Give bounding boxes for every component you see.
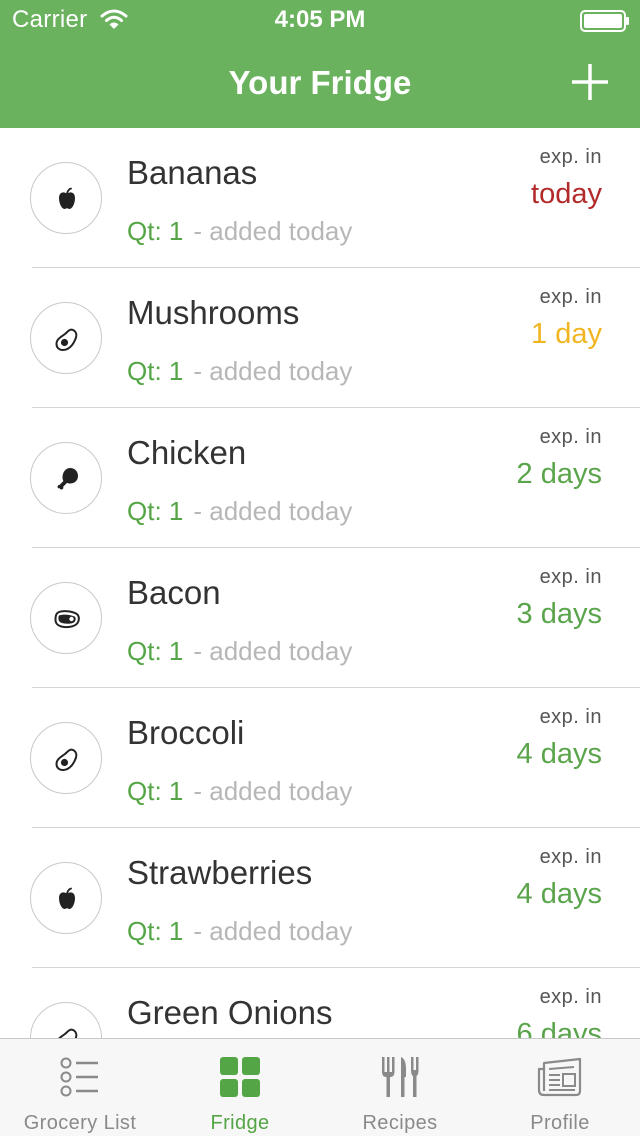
tab-grocery-list[interactable]: Grocery List — [0, 1039, 160, 1136]
expiry-value: today — [531, 178, 602, 210]
item-name: Strawberries — [127, 854, 313, 891]
add-item-button[interactable] — [568, 60, 612, 104]
item-meta: Qt: 1 - added today — [127, 636, 352, 667]
item-added-date: - added today — [193, 496, 353, 526]
tab-recipes[interactable]: Recipes — [320, 1039, 480, 1136]
tab-label: Fridge — [210, 1112, 270, 1134]
fridge-item-row[interactable]: Mushrooms Qt: 1 - added today exp. in 1 day — [0, 268, 640, 408]
battery-icon — [580, 10, 629, 32]
expiry-value: 4 days — [516, 878, 602, 910]
expiry-value: 3 days — [516, 598, 602, 630]
fridge-item-row[interactable]: Strawberries Qt: 1 - added today exp. in 4 d… — [0, 828, 640, 968]
item-meta: Qt: 1 - added today — [127, 356, 352, 387]
expiry-label: exp. in — [539, 706, 602, 728]
item-meta: Qt: 1 - added today — [127, 916, 352, 947]
fridge-item-row[interactable]: Broccoli Qt: 1 - added today exp. in 4 days — [0, 688, 640, 828]
tab-profile[interactable]: Profile — [480, 1039, 640, 1136]
item-added-date: - added today — [193, 636, 353, 666]
expiry-value: 4 days — [516, 738, 602, 770]
item-added-date: - added today — [193, 216, 353, 246]
item-quantity: Qt: 1 — [127, 496, 184, 526]
food-icon-badge — [30, 582, 102, 654]
food-icon-badge — [30, 1002, 102, 1038]
item-quantity: Qt: 1 — [127, 216, 184, 246]
expiry-label: exp. in — [539, 566, 602, 588]
expiry-value: 1 day — [531, 318, 602, 350]
fridge-item-row[interactable]: Bacon Qt: 1 - added today exp. in 3 days — [0, 548, 640, 688]
tab-label: Profile — [530, 1112, 590, 1134]
nav-header: Carrier 4:05 PM Your Fridge — [0, 0, 640, 128]
fridge-item-row[interactable]: Bananas Qt: 1 - added today exp. in today — [0, 128, 640, 268]
food-icon-badge — [30, 162, 102, 234]
item-meta: Qt: 1 - added today — [127, 496, 352, 527]
expiry-value: 2 days — [516, 458, 602, 490]
item-name: Chicken — [127, 434, 247, 471]
expiry-label: exp. in — [539, 986, 602, 1008]
tab-label: Grocery List — [23, 1112, 137, 1134]
item-added-date: - added today — [193, 776, 353, 806]
expiry-label: exp. in — [539, 426, 602, 448]
tab-bar: Grocery List Fridge Recipes Profile — [0, 1038, 640, 1136]
item-added-date: - added today — [193, 916, 353, 946]
expiry-value: 6 days — [516, 1018, 602, 1038]
food-icon-badge — [30, 302, 102, 374]
item-name: Green Onions — [127, 994, 333, 1031]
item-name: Bacon — [127, 574, 221, 611]
item-name: Bananas — [127, 154, 258, 191]
status-bar: Carrier 4:05 PM — [0, 0, 640, 40]
expiry-label: exp. in — [539, 846, 602, 868]
food-icon-badge — [30, 862, 102, 934]
item-added-date: - added today — [193, 356, 353, 386]
food-icon-badge — [30, 722, 102, 794]
item-name: Mushrooms — [127, 294, 300, 331]
status-time: 4:05 PM — [274, 6, 366, 33]
expiry-label: exp. in — [539, 286, 602, 308]
tab-fridge[interactable]: Fridge — [160, 1039, 320, 1136]
item-quantity: Qt: 1 — [127, 356, 184, 386]
tab-label: Recipes — [362, 1112, 438, 1134]
item-name: Broccoli — [127, 714, 245, 751]
page-title: Your Fridge — [228, 64, 412, 101]
item-quantity: Qt: 1 — [127, 636, 184, 666]
fridge-item-row[interactable]: Chicken Qt: 1 - added today exp. in 2 days — [0, 408, 640, 548]
item-meta: Qt: 1 - added today — [127, 776, 352, 807]
item-meta: Qt: 1 - added today — [127, 216, 352, 247]
food-icon-badge — [30, 442, 102, 514]
fridge-item-row[interactable]: Green OnionsQt: 1- added todayexp. in6 d… — [0, 968, 640, 1038]
item-quantity: Qt: 1 — [127, 916, 184, 946]
fridge-item-list[interactable]: Bananas Qt: 1 - added today exp. in today Mus… — [0, 128, 640, 1038]
item-quantity: Qt: 1 — [127, 776, 184, 806]
expiry-label: exp. in — [539, 146, 602, 168]
